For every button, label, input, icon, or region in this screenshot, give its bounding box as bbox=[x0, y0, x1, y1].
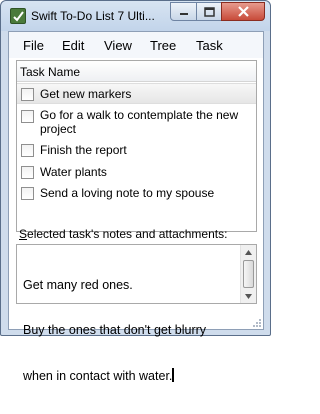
minimize-icon bbox=[179, 12, 188, 15]
notes-line-text: when in contact with water. bbox=[23, 369, 173, 383]
task-checkbox[interactable] bbox=[21, 88, 34, 101]
column-header-task-name[interactable]: Task Name bbox=[17, 61, 256, 82]
task-label: Get new markers bbox=[40, 87, 132, 101]
client-area: File Edit View Tree Task Task Name Get n… bbox=[8, 31, 264, 383]
column-header-label: Task Name bbox=[20, 65, 81, 79]
checklist-app-icon[interactable] bbox=[10, 8, 26, 24]
task-checkbox[interactable] bbox=[21, 187, 34, 200]
task-label: Finish the report bbox=[40, 143, 127, 157]
menu-view[interactable]: View bbox=[104, 38, 132, 53]
menu-task[interactable]: Task bbox=[196, 38, 223, 53]
task-checkbox[interactable] bbox=[21, 110, 34, 123]
title-bar[interactable]: Swift To-Do List 7 Ulti... bbox=[1, 1, 270, 31]
notes-scrollbar[interactable] bbox=[240, 245, 256, 303]
menu-bar: File Edit View Tree Task bbox=[9, 32, 263, 58]
task-row[interactable]: Get new markers bbox=[17, 83, 256, 104]
scroll-up-arrow-icon[interactable] bbox=[241, 245, 256, 259]
maximize-icon bbox=[203, 6, 215, 17]
notes-label: Selected task's notes and attachments: bbox=[19, 227, 227, 241]
task-label-line: project bbox=[40, 122, 77, 136]
menu-tree[interactable]: Tree bbox=[150, 38, 176, 53]
window-title: Swift To-Do List 7 Ulti... bbox=[31, 9, 155, 23]
task-label: Water plants bbox=[40, 165, 107, 179]
scroll-down-arrow-icon[interactable] bbox=[241, 289, 256, 303]
task-list[interactable]: Task Name Get new markers Go for a walk … bbox=[16, 60, 257, 232]
maximize-button[interactable] bbox=[196, 2, 222, 21]
task-row[interactable]: Finish the report bbox=[17, 140, 256, 160]
resize-grip-icon[interactable] bbox=[252, 318, 262, 328]
menu-edit[interactable]: Edit bbox=[62, 38, 84, 53]
task-row[interactable]: Go for a walk to contemplate the new pro… bbox=[17, 106, 256, 138]
close-button[interactable] bbox=[221, 2, 265, 21]
task-checkbox[interactable] bbox=[21, 166, 34, 179]
task-row[interactable]: Send a loving note to my spouse bbox=[17, 183, 256, 203]
task-label: Send a loving note to my spouse bbox=[40, 186, 215, 200]
task-row[interactable]: Water plants bbox=[17, 162, 256, 182]
notes-line: when in contact with water. bbox=[23, 368, 237, 384]
close-icon bbox=[237, 6, 249, 17]
notes-textarea[interactable]: Get many red ones. Buy the ones that don… bbox=[16, 244, 257, 383]
app-window: Swift To-Do List 7 Ulti... File Edit Vie… bbox=[0, 0, 271, 383]
text-caret bbox=[172, 368, 175, 382]
notes-line: Get many red ones. bbox=[23, 278, 133, 292]
task-label-line: Go for a walk to contemplate the new bbox=[40, 108, 239, 122]
minimize-button[interactable] bbox=[170, 2, 197, 21]
task-checkbox[interactable] bbox=[21, 144, 34, 157]
notes-label-accelerator: S bbox=[19, 227, 28, 241]
notes-label-text: elected task's notes and attachments: bbox=[27, 227, 228, 241]
scrollbar-thumb[interactable] bbox=[243, 260, 254, 288]
menu-file[interactable]: File bbox=[23, 38, 44, 53]
task-label: Go for a walk to contemplate the new pro… bbox=[40, 108, 238, 136]
notes-content: Get many red ones. Buy the ones that don… bbox=[23, 248, 237, 414]
